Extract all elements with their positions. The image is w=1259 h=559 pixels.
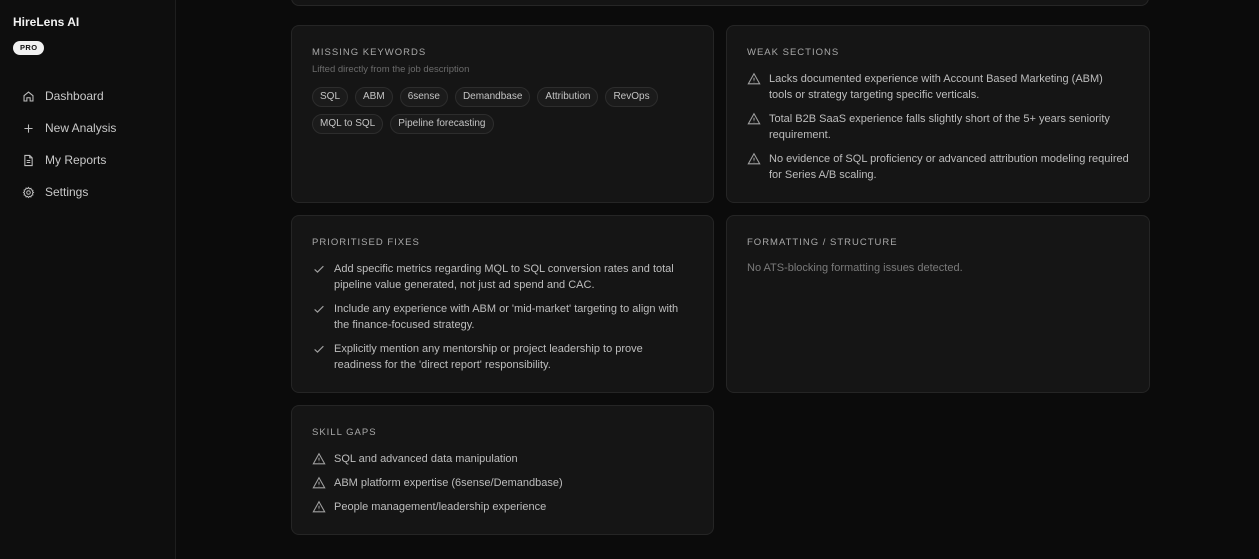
check-icon bbox=[314, 305, 324, 313]
warning-icon bbox=[312, 476, 326, 489]
sidebar-item-settings[interactable]: Settings bbox=[22, 176, 116, 208]
list-item: ABM platform expertise (6sense/Demandbas… bbox=[312, 475, 693, 491]
list-item: No evidence of SQL proficiency or advanc… bbox=[747, 151, 1129, 183]
list-item-text: People management/leadership experience bbox=[334, 501, 547, 513]
gear-icon bbox=[22, 186, 35, 198]
keyword-tag: ABM bbox=[355, 87, 393, 107]
list-item-text: Include any experience with ABM or 'mid-… bbox=[334, 303, 679, 331]
list-item-text: Add specific metrics regarding MQL to SQ… bbox=[334, 263, 674, 291]
card-title: SKILL GAPS bbox=[312, 427, 377, 438]
sidebar-item-dashboard[interactable]: Dashboard bbox=[22, 80, 116, 112]
card-title: FORMATTING / STRUCTURE bbox=[747, 237, 898, 248]
keyword-tag: RevOps bbox=[605, 87, 658, 107]
list-item: Include any experience with ABM or 'mid-… bbox=[312, 301, 693, 333]
keyword-tags: SQL ABM 6sense Demandbase Attribution Re… bbox=[312, 87, 692, 134]
plan-badge: PRO bbox=[13, 41, 45, 55]
card-title: MISSING KEYWORDS bbox=[312, 47, 427, 58]
list-item-text: Explicitly mention any mentorship or pro… bbox=[334, 343, 643, 371]
card-subtitle: Lifted directly from the job description bbox=[312, 64, 470, 75]
keyword-tag: Pipeline forecasting bbox=[390, 114, 494, 134]
card-title: PRIORITISED FIXES bbox=[312, 237, 420, 248]
warning-icon bbox=[312, 452, 326, 465]
sidebar-item-label: Settings bbox=[45, 185, 89, 199]
formatting-message: No ATS-blocking formatting issues detect… bbox=[747, 262, 963, 274]
list-item-text: SQL and advanced data manipulation bbox=[334, 453, 518, 465]
previous-card-edge bbox=[291, 0, 1149, 6]
weak-sections-list: Lacks documented experience with Account… bbox=[747, 71, 1129, 183]
formatting-card: FORMATTING / STRUCTURE No ATS-blocking f… bbox=[726, 215, 1150, 393]
sidebar: HireLens AI PRO Dashboard New Analysis M… bbox=[0, 0, 176, 559]
warning-icon bbox=[312, 500, 326, 513]
sidebar-item-label: Dashboard bbox=[45, 89, 104, 103]
weak-sections-card: WEAK SECTIONS Lacks documented experienc… bbox=[726, 25, 1150, 203]
list-item-text: ABM platform expertise (6sense/Demandbas… bbox=[334, 477, 563, 489]
list-item-text: Lacks documented experience with Account… bbox=[769, 73, 1103, 101]
sidebar-nav: Dashboard New Analysis My Reports Settin… bbox=[22, 80, 116, 208]
home-icon bbox=[23, 90, 34, 101]
skill-gaps-list: SQL and advanced data manipulation ABM p… bbox=[312, 451, 693, 515]
plus-icon bbox=[24, 123, 33, 133]
warning-icon bbox=[747, 72, 761, 85]
document-icon bbox=[24, 154, 33, 166]
list-item: Lacks documented experience with Account… bbox=[747, 71, 1129, 103]
fixes-list: Add specific metrics regarding MQL to SQ… bbox=[312, 261, 693, 373]
skill-gaps-card: SKILL GAPS SQL and advanced data manipul… bbox=[291, 405, 714, 535]
sidebar-item-new-analysis[interactable]: New Analysis bbox=[22, 112, 116, 144]
prioritised-fixes-card: PRIORITISED FIXES Add specific metrics r… bbox=[291, 215, 714, 393]
warning-icon bbox=[747, 112, 761, 125]
card-title: WEAK SECTIONS bbox=[747, 47, 840, 58]
list-item-text: Total B2B SaaS experience falls slightly… bbox=[769, 113, 1110, 141]
list-item: SQL and advanced data manipulation bbox=[312, 451, 693, 467]
keyword-tag: MQL to SQL bbox=[312, 114, 384, 134]
keyword-tag: 6sense bbox=[399, 87, 448, 107]
brand-name: HireLens AI bbox=[13, 15, 80, 29]
keyword-tag: Demandbase bbox=[454, 87, 531, 107]
sidebar-item-label: New Analysis bbox=[45, 121, 117, 135]
sidebar-item-label: My Reports bbox=[45, 153, 107, 167]
check-icon bbox=[314, 345, 324, 353]
keyword-tag: SQL bbox=[312, 87, 349, 107]
list-item: People management/leadership experience bbox=[312, 499, 693, 515]
warning-icon bbox=[747, 152, 761, 165]
keyword-tag: Attribution bbox=[537, 87, 599, 107]
list-item: Add specific metrics regarding MQL to SQ… bbox=[312, 261, 693, 293]
check-icon bbox=[314, 265, 324, 273]
list-item: Explicitly mention any mentorship or pro… bbox=[312, 341, 693, 373]
missing-keywords-card: MISSING KEYWORDS Lifted directly from th… bbox=[291, 25, 714, 203]
sidebar-item-my-reports[interactable]: My Reports bbox=[22, 144, 116, 176]
list-item-text: No evidence of SQL proficiency or advanc… bbox=[769, 153, 1129, 181]
list-item: Total B2B SaaS experience falls slightly… bbox=[747, 111, 1129, 143]
